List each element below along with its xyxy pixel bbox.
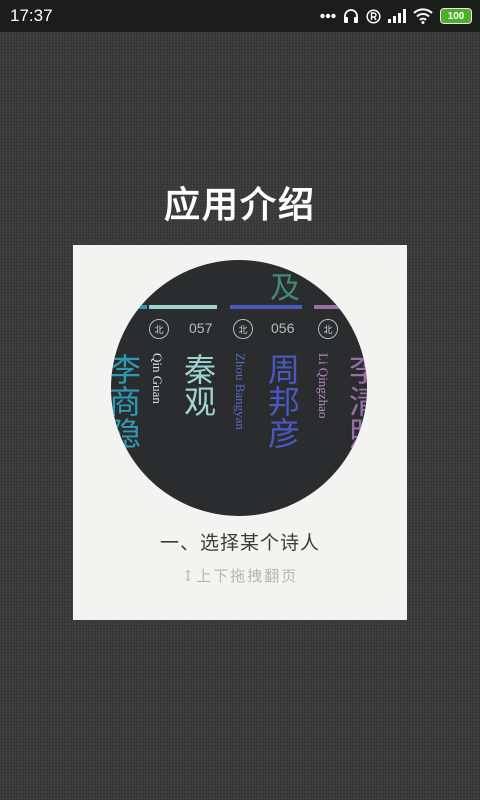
poet-line-1 — [149, 305, 217, 309]
registered-icon — [366, 8, 381, 24]
poet-pinyin-3: Li Qingzhao — [316, 353, 331, 419]
page-title: 应用介绍 — [163, 184, 316, 226]
poet-number-1: 057 — [189, 320, 213, 336]
poet-name-2[interactable]: 周邦彦 — [263, 353, 301, 449]
poet-pinyin-2: Zhou Bangyan — [233, 353, 248, 430]
intro-card[interactable]: 及 北 057 北 056 北 Qin Guan Zhou Bangyan Li… — [73, 245, 407, 620]
poet-line-0 — [119, 305, 147, 309]
preview-top-char: 及 — [270, 271, 300, 306]
drag-hint-text: 上下拖拽翻页 — [196, 567, 299, 585]
poet-name-3[interactable]: 李清照 — [344, 353, 367, 449]
region-badge-1: 北 — [149, 319, 169, 339]
status-time: 17:37 — [10, 6, 53, 25]
poet-number-2: 056 — [271, 320, 295, 336]
poet-line-2 — [230, 305, 302, 309]
headset-icon — [343, 8, 359, 24]
updown-arrow-icon: ↕ — [181, 567, 197, 585]
battery-icon: 100 — [440, 8, 472, 24]
drag-hint: ↕上下拖拽翻页 — [73, 565, 407, 586]
status-icons: 100 — [320, 8, 472, 24]
region-badge-2: 北 — [233, 319, 253, 339]
more-dots-icon — [320, 13, 336, 19]
step-description: 一、选择某个诗人 — [159, 532, 320, 554]
poet-line-3 — [314, 305, 354, 309]
poet-preview-circle[interactable]: 及 北 057 北 056 北 Qin Guan Zhou Bangyan Li… — [111, 260, 367, 516]
signal-icon — [388, 9, 406, 23]
poet-name-1[interactable]: 秦观 — [179, 353, 217, 417]
region-badge-3: 北 — [318, 319, 338, 339]
status-bar: 17:37 100 — [0, 0, 480, 32]
poet-pinyin-1: Qin Guan — [150, 353, 165, 404]
wifi-icon — [413, 8, 433, 24]
poet-name-0[interactable]: 李商隐 — [111, 353, 142, 449]
